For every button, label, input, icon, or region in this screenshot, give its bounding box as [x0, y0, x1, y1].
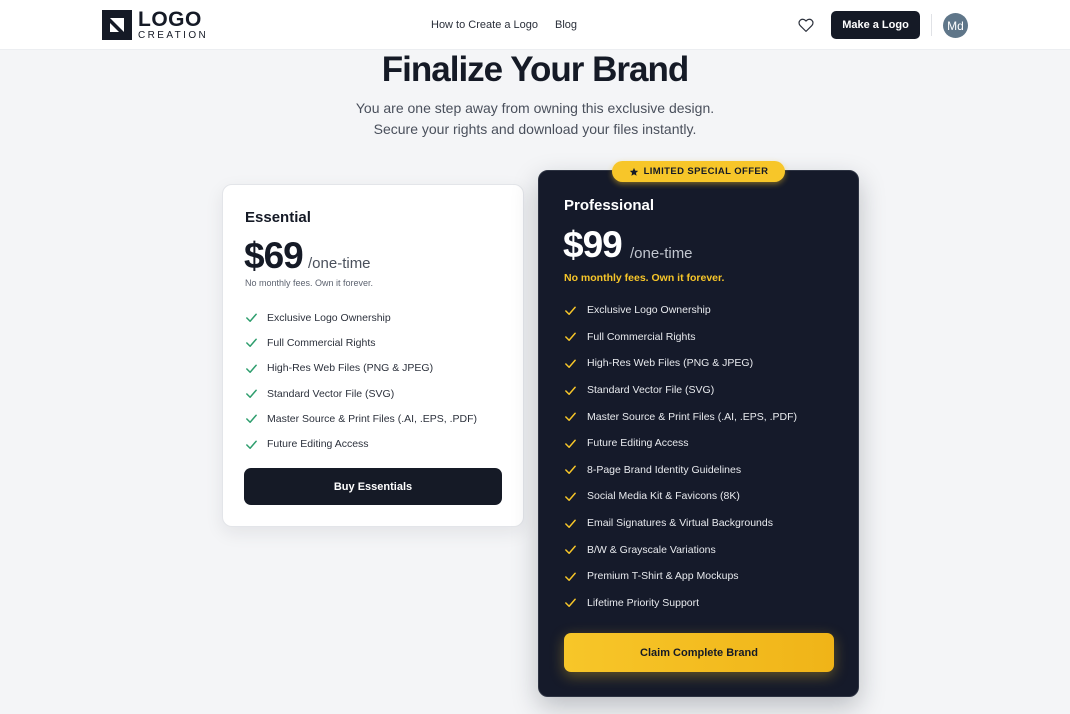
feature-item: Lifetime Priority Support [564, 590, 797, 617]
feature-label: 8-Page Brand Identity Guidelines [587, 463, 742, 476]
plan-name: Professional [564, 197, 655, 214]
plan-period: /one-time [308, 255, 371, 272]
check-icon [565, 332, 576, 342]
feature-label: Master Source & Print Files (.AI, .EPS, … [587, 410, 798, 423]
plan-name: Essential [245, 209, 311, 226]
check-icon [565, 439, 576, 448]
feature-label: Future Editing Access [267, 438, 369, 451]
plan-price: $99 [563, 224, 623, 265]
feature-label: Standard Vector File (SVG) [587, 384, 715, 397]
feature-label: Full Commercial Rights [267, 336, 376, 349]
feature-item: Exclusive Logo Ownership [564, 297, 797, 324]
feature-label: Lifetime Priority Support [587, 596, 700, 609]
feature-item: High-Res Web Files (PNG & JPEG) [245, 356, 477, 381]
check-icon [565, 492, 576, 501]
feature-item: Social Media Kit & Favicons (8K) [564, 483, 797, 510]
logo-mark-icon [102, 10, 132, 40]
feature-label: B/W & Grayscale Variations [587, 543, 716, 556]
claim-complete-brand-button[interactable]: Claim Complete Brand [564, 633, 834, 672]
feature-item: B/W & Grayscale Variations [564, 536, 797, 563]
check-icon [565, 572, 576, 581]
feature-item: Future Editing Access [245, 431, 477, 456]
feature-item: 8-Page Brand Identity Guidelines [564, 457, 797, 484]
check-icon [565, 386, 576, 395]
check-icon [565, 465, 576, 475]
check-icon [246, 440, 257, 449]
site-header: LOGO CREATION How to Create a Logo Blog … [0, 0, 1070, 50]
check-icon [565, 412, 576, 422]
site-logo[interactable]: LOGO CREATION [102, 9, 208, 41]
plan-period: /one-time [630, 245, 693, 262]
plan-note: No monthly fees. Own it forever. [245, 278, 374, 288]
check-icon [246, 414, 257, 424]
feature-item: Master Source & Print Files (.AI, .EPS, … [564, 403, 797, 430]
plan-price: $69 [244, 235, 304, 276]
feature-item: High-Res Web Files (PNG & JPEG) [564, 350, 797, 377]
feature-item: Premium T-Shirt & App Mockups [564, 563, 797, 590]
feature-label: Email Signatures & Virtual Backgrounds [587, 517, 773, 530]
feature-item: Standard Vector File (SVG) [564, 377, 797, 404]
check-icon [565, 306, 576, 315]
feature-label: High-Res Web Files (PNG & JPEG) [267, 362, 434, 375]
feature-item: Standard Vector File (SVG) [245, 381, 477, 406]
nav-link-how-to-create[interactable]: How to Create a Logo [431, 19, 538, 31]
feature-item: Master Source & Print Files (.AI, .EPS, … [245, 406, 477, 431]
logo-subtitle: CREATION [138, 30, 209, 41]
check-icon [246, 313, 257, 323]
heart-icon[interactable] [797, 16, 815, 34]
page-subtitle-line-1: You are one step away from owning this e… [355, 100, 715, 116]
limited-offer-badge: LIMITED SPECIAL OFFER [612, 161, 785, 182]
feature-label: High-Res Web Files (PNG & JPEG) [587, 357, 754, 370]
logo-text: LOGO CREATION [138, 9, 208, 41]
check-icon [246, 364, 257, 373]
plan-note: No monthly fees. Own it forever. [564, 272, 725, 284]
check-icon [565, 598, 576, 608]
check-icon [565, 359, 576, 368]
feature-item: Full Commercial Rights [564, 324, 797, 351]
feature-label: Exclusive Logo Ownership [267, 311, 391, 324]
feature-label: Master Source & Print Files (.AI, .EPS, … [267, 412, 478, 425]
professional-plan-card: Professional $99 /one-time No monthly fe… [538, 170, 859, 697]
essential-plan-card: Essential $69 /one-time No monthly fees.… [222, 184, 524, 527]
feature-label: Standard Vector File (SVG) [267, 387, 395, 400]
essential-feature-list: Exclusive Logo Ownership Full Commercial… [245, 305, 477, 457]
feature-item: Full Commercial Rights [245, 330, 477, 355]
page-subtitle-line-2: Secure your rights and download your fil… [373, 121, 697, 137]
feature-label: Exclusive Logo Ownership [587, 304, 711, 317]
feature-item: Email Signatures & Virtual Backgrounds [564, 510, 797, 537]
feature-label: Premium T-Shirt & App Mockups [587, 570, 739, 583]
header-divider [931, 14, 932, 36]
check-icon [565, 545, 576, 555]
avatar[interactable]: Md [943, 13, 968, 38]
check-icon [565, 519, 576, 528]
feature-item: Future Editing Access [564, 430, 797, 457]
feature-label: Social Media Kit & Favicons (8K) [587, 490, 740, 503]
feature-label: Future Editing Access [587, 437, 689, 450]
nav-link-blog[interactable]: Blog [555, 19, 577, 31]
professional-feature-list: Exclusive Logo Ownership Full Commercial… [564, 297, 797, 616]
buy-essentials-button[interactable]: Buy Essentials [244, 468, 502, 505]
page-title: Finalize Your Brand [381, 50, 689, 89]
badge-label: LIMITED SPECIAL OFFER [643, 166, 769, 177]
check-icon [246, 389, 257, 398]
star-icon [629, 167, 638, 176]
make-a-logo-button[interactable]: Make a Logo [831, 11, 920, 39]
check-icon [246, 338, 257, 348]
feature-item: Exclusive Logo Ownership [245, 305, 477, 330]
feature-label: Full Commercial Rights [587, 330, 696, 343]
logo-word: LOGO [138, 8, 202, 31]
